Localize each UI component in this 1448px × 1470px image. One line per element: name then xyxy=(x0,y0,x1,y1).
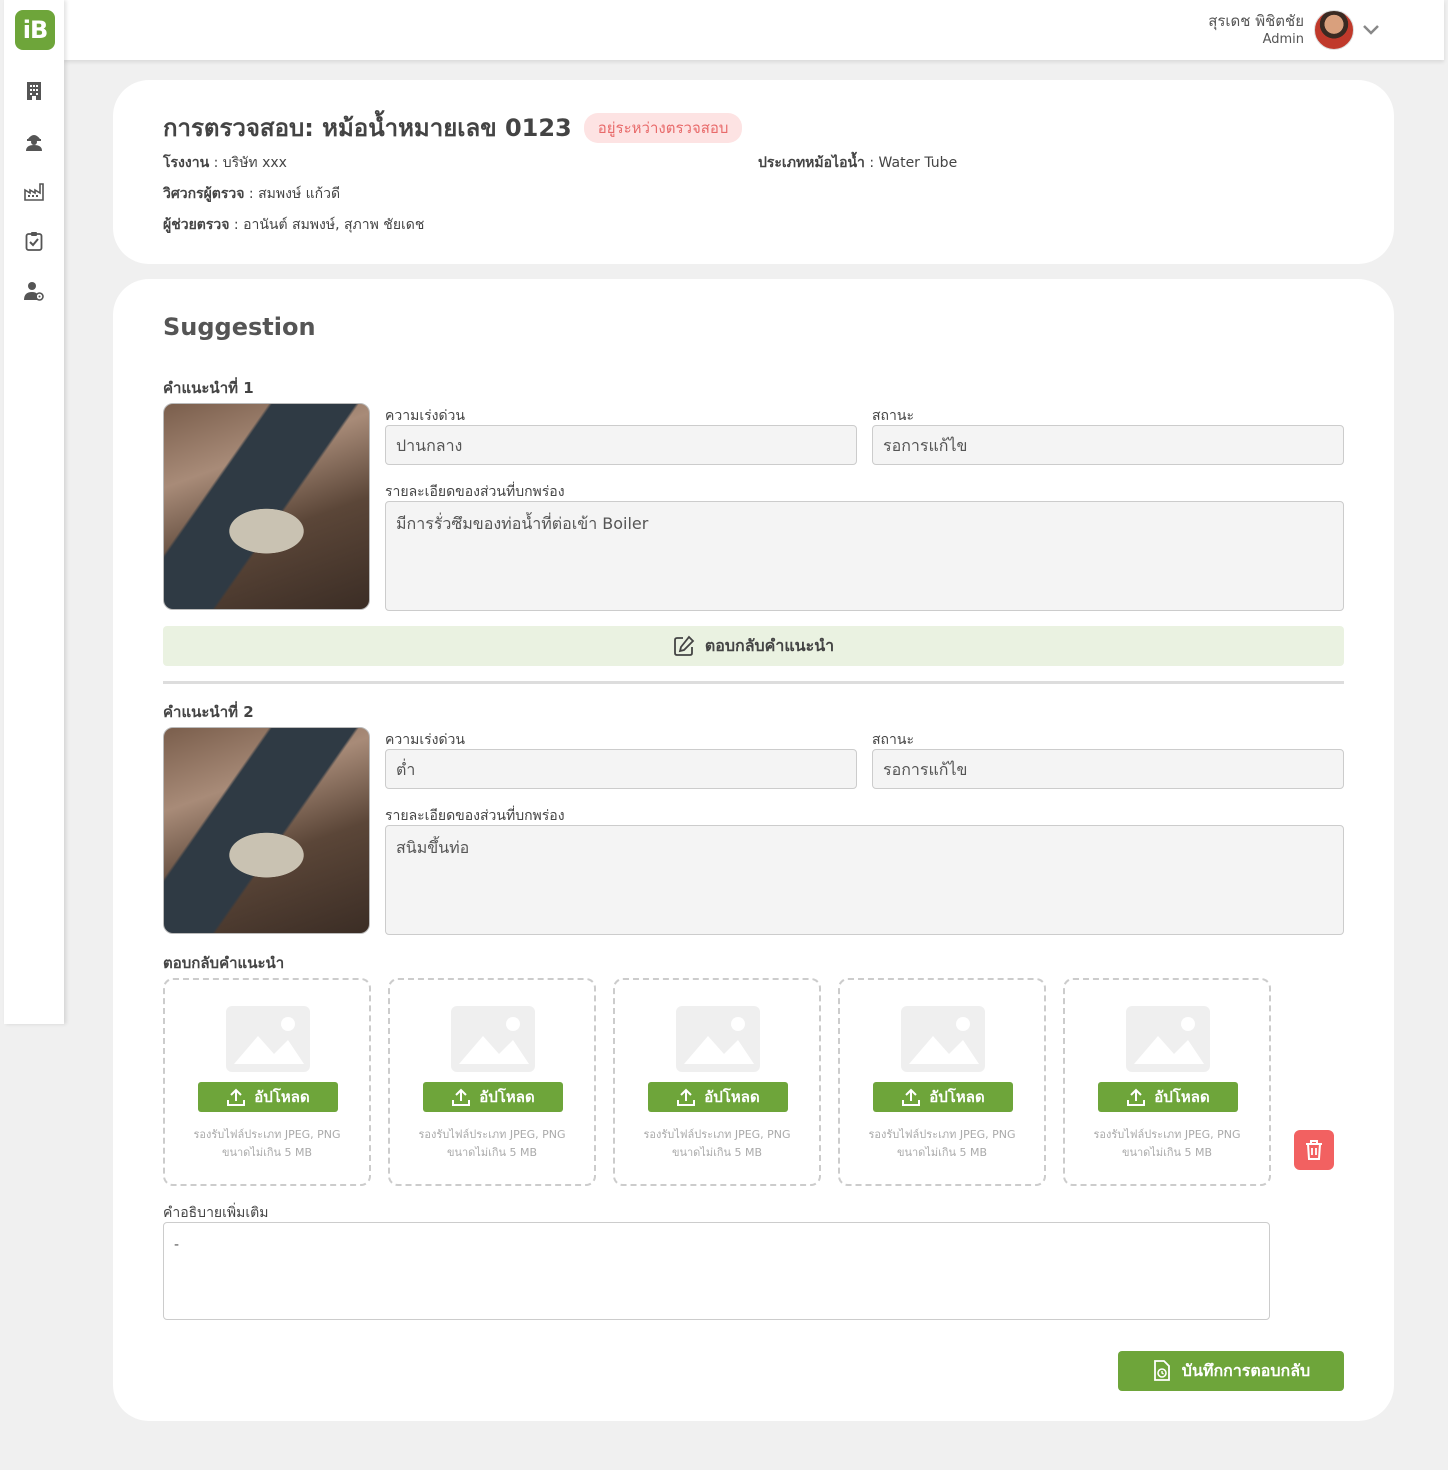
more-description-label: คำอธิบายเพิ่มเติม xyxy=(163,1205,269,1221)
user-role: Admin xyxy=(1262,32,1304,47)
section-title: Suggestion xyxy=(163,313,316,341)
avatar[interactable] xyxy=(1314,10,1354,50)
chevron-down-icon[interactable] xyxy=(1360,18,1382,40)
urgency-field[interactable]: ต่ำ xyxy=(385,749,857,789)
clipboard-check-icon[interactable] xyxy=(23,230,45,252)
save-button-label: บันทึกการตอบกลับ xyxy=(1181,1360,1311,1380)
upload-box[interactable]: อัปโหลด รองรับไฟล์ประเภท JPEG, PNG ขนาดไ… xyxy=(613,978,821,1186)
save-icon xyxy=(1153,1360,1170,1381)
urgency-field[interactable]: ปานกลาง xyxy=(385,425,857,465)
save-reply-button[interactable]: บันทึกการตอบกลับ xyxy=(1118,1351,1344,1391)
detail-label: รายละเอียดของส่วนที่บกพร่อง xyxy=(385,484,565,500)
detail-field[interactable]: สนิมขึ้นท่อ xyxy=(385,825,1344,935)
upload-label: อัปโหลด xyxy=(254,1088,310,1106)
engineer-info: วิศวกรผู้ตรวจ : สมพงษ์ แก้วดี xyxy=(163,186,341,202)
upload-hint-size: ขนาดไม่เกิน 5 MB xyxy=(446,1146,538,1159)
assistants-info: ผู้ช่วยตรวจ : อานันต์ สมพงษ์, สุภาพ ชัยเ… xyxy=(163,217,425,233)
upload-button[interactable]: อัปโหลด xyxy=(1098,1082,1238,1112)
delete-button[interactable] xyxy=(1294,1130,1334,1170)
inspection-header-card: การตรวจสอบ: หม้อน้ำหมายเลข 0123 อยู่ระหว… xyxy=(113,80,1394,264)
divider xyxy=(163,681,1344,684)
upload-button[interactable]: อัปโหลด xyxy=(198,1082,338,1112)
building-icon[interactable] xyxy=(23,80,45,102)
reply-section-label: ตอบกลับคำแนะนำ xyxy=(163,954,285,972)
boiler-type-label: ประเภทหม้อไอน้ำ xyxy=(758,155,865,171)
upload-hint-types: รองรับไฟล์ประเภท JPEG, PNG xyxy=(868,1128,1016,1141)
reply-button-label: ตอบกลับคำแนะนำ xyxy=(704,635,835,655)
sidebar: iB xyxy=(4,0,64,1024)
upload-icon xyxy=(902,1088,921,1106)
factory-info: โรงงาน : บริษัท xxx xyxy=(163,155,287,171)
user-name: สุรเดช พิชิตชัย xyxy=(1208,12,1304,30)
detail-label: รายละเอียดของส่วนที่บกพร่อง xyxy=(385,808,565,824)
top-bar: สุรเดช พิชิตชัย Admin xyxy=(64,0,1444,60)
upload-label: อัปโหลด xyxy=(929,1088,985,1106)
suggestion-card: Suggestion คำแนะนำที่ 1 ความเร่งด่วน ปาน… xyxy=(113,279,1394,1421)
upload-label: อัปโหลด xyxy=(704,1088,760,1106)
image-placeholder-icon xyxy=(901,1006,985,1072)
detail-field[interactable]: มีการรั่วซึมของท่อน้ำที่ต่อเข้า Boiler xyxy=(385,501,1344,611)
page-title: การตรวจสอบ: หม้อน้ำหมายเลข 0123 xyxy=(163,114,572,142)
image-placeholder-icon xyxy=(1126,1006,1210,1072)
user-settings-icon[interactable] xyxy=(23,280,45,302)
status-label: สถานะ xyxy=(872,408,914,424)
image-placeholder-icon xyxy=(676,1006,760,1072)
upload-hint-types: รองรับไฟล์ประเภท JPEG, PNG xyxy=(1093,1128,1241,1141)
image-placeholder-icon xyxy=(226,1006,310,1072)
upload-hint: รองรับไฟล์ประเภท JPEG, PNG ขนาดไม่เกิน 5… xyxy=(1065,1126,1269,1162)
upload-hint: รองรับไฟล์ประเภท JPEG, PNG ขนาดไม่เกิน 5… xyxy=(390,1126,594,1162)
upload-hint-size: ขนาดไม่เกิน 5 MB xyxy=(221,1146,313,1159)
upload-hint-types: รองรับไฟล์ประเภท JPEG, PNG xyxy=(643,1128,791,1141)
upload-hint-size: ขนาดไม่เกิน 5 MB xyxy=(1121,1146,1213,1159)
status-badge: อยู่ระหว่างตรวจสอบ xyxy=(583,112,743,143)
suggestion-2-label: คำแนะนำที่ 2 xyxy=(163,703,254,721)
upload-icon xyxy=(677,1088,696,1106)
suggestion-1-photo[interactable] xyxy=(163,403,370,610)
edit-icon xyxy=(673,635,695,656)
factory-value: บริษัท xxx xyxy=(222,155,287,171)
image-placeholder-icon xyxy=(451,1006,535,1072)
user-info[interactable]: สุรเดช พิชิตชัย Admin xyxy=(1208,11,1304,48)
engineer-value: สมพงษ์ แก้วดี xyxy=(258,186,341,202)
status-field[interactable]: รอการแก้ไข xyxy=(872,749,1344,789)
urgency-label: ความเร่งด่วน xyxy=(385,732,465,748)
suggestion-2-photo[interactable] xyxy=(163,727,370,934)
reply-suggestion-button[interactable]: ตอบกลับคำแนะนำ xyxy=(163,626,1344,666)
assistants-label: ผู้ช่วยตรวจ xyxy=(163,217,230,233)
upload-label: อัปโหลด xyxy=(1154,1088,1210,1106)
suggestion-1-label: คำแนะนำที่ 1 xyxy=(163,379,254,397)
status-label: สถานะ xyxy=(872,732,914,748)
assistants-value: อานันต์ สมพงษ์, สุภาพ ชัยเดช xyxy=(243,217,425,233)
upload-icon xyxy=(1127,1088,1146,1106)
engineer-label: วิศวกรผู้ตรวจ xyxy=(163,186,245,202)
boiler-type-info: ประเภทหม้อไอน้ำ : Water Tube xyxy=(758,155,958,171)
upload-button[interactable]: อัปโหลด xyxy=(423,1082,563,1112)
factory-label: โรงงาน xyxy=(163,155,210,171)
upload-icon xyxy=(452,1088,471,1106)
upload-hint-types: รองรับไฟล์ประเภท JPEG, PNG xyxy=(418,1128,566,1141)
upload-hint-size: ขนาดไม่เกิน 5 MB xyxy=(671,1146,763,1159)
upload-hint-size: ขนาดไม่เกิน 5 MB xyxy=(896,1146,988,1159)
upload-hint-types: รองรับไฟล์ประเภท JPEG, PNG xyxy=(193,1128,341,1141)
app-logo[interactable]: iB xyxy=(15,10,55,50)
trash-icon xyxy=(1306,1140,1322,1160)
status-field[interactable]: รอการแก้ไข xyxy=(872,425,1344,465)
boiler-type-value: Water Tube xyxy=(878,155,958,171)
upload-hint: รองรับไฟล์ประเภท JPEG, PNG ขนาดไม่เกิน 5… xyxy=(165,1126,369,1162)
upload-box[interactable]: อัปโหลด รองรับไฟล์ประเภท JPEG, PNG ขนาดไ… xyxy=(838,978,1046,1186)
upload-hint: รองรับไฟล์ประเภท JPEG, PNG ขนาดไม่เกิน 5… xyxy=(615,1126,819,1162)
upload-hint: รองรับไฟล์ประเภท JPEG, PNG ขนาดไม่เกิน 5… xyxy=(840,1126,1044,1162)
more-description-field[interactable]: - xyxy=(163,1222,1270,1320)
upload-icon xyxy=(227,1088,246,1106)
upload-label: อัปโหลด xyxy=(479,1088,535,1106)
upload-button[interactable]: อัปโหลด xyxy=(873,1082,1013,1112)
upload-button[interactable]: อัปโหลด xyxy=(648,1082,788,1112)
factory-icon[interactable] xyxy=(23,180,45,202)
upload-box[interactable]: อัปโหลด รองรับไฟล์ประเภท JPEG, PNG ขนาดไ… xyxy=(163,978,371,1186)
urgency-label: ความเร่งด่วน xyxy=(385,408,465,424)
upload-box[interactable]: อัปโหลด รองรับไฟล์ประเภท JPEG, PNG ขนาดไ… xyxy=(388,978,596,1186)
engineer-icon[interactable] xyxy=(23,130,45,152)
upload-box[interactable]: อัปโหลด รองรับไฟล์ประเภท JPEG, PNG ขนาดไ… xyxy=(1063,978,1271,1186)
